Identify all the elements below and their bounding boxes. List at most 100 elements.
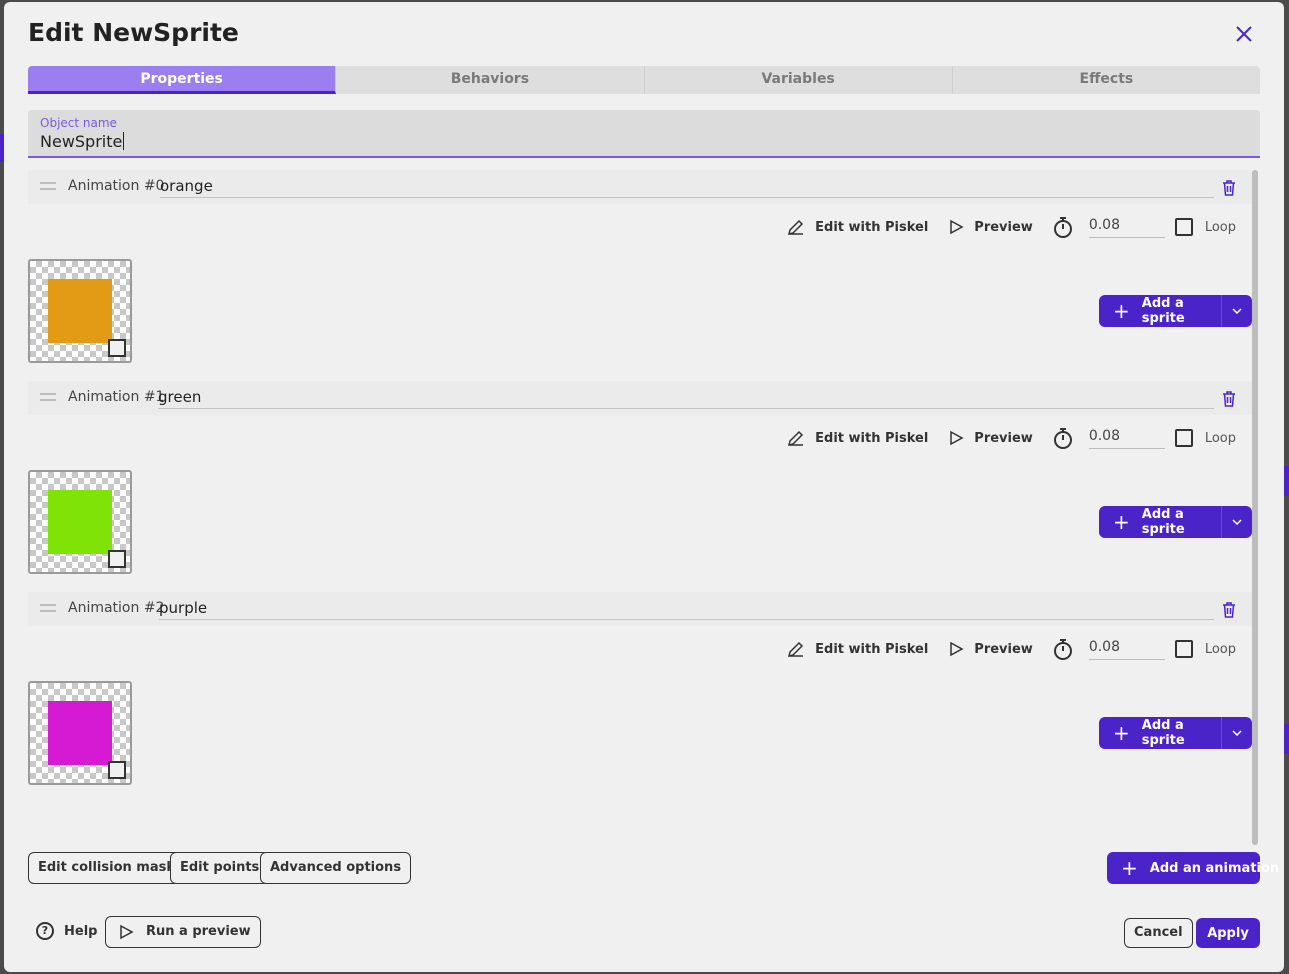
run-preview-button[interactable]: Run a preview bbox=[105, 916, 261, 948]
preview-button[interactable]: Preview bbox=[948, 430, 1033, 446]
loop-checkbox[interactable] bbox=[1174, 218, 1193, 236]
object-name-input[interactable]: NewSprite bbox=[40, 132, 125, 151]
add-sprite-label: Add a sprite bbox=[1141, 507, 1185, 537]
animation-label: Animation #0 bbox=[68, 178, 165, 194]
animation-header: Animation #0 orange bbox=[28, 170, 1252, 204]
plus-icon: + bbox=[1113, 721, 1130, 745]
cancel-button[interactable]: Cancel bbox=[1124, 918, 1193, 948]
animation-list: Animation #0 orange Edit with Piskel Pre… bbox=[28, 170, 1260, 845]
add-animation-button[interactable]: + Add an animation bbox=[1107, 852, 1279, 884]
edit-collision-masks-button[interactable]: Edit collision masks bbox=[28, 852, 193, 884]
tab-behaviors[interactable]: Behaviors bbox=[336, 66, 645, 94]
object-name-label: Object name bbox=[40, 116, 117, 130]
add-sprite-button[interactable]: + Add a sprite bbox=[1099, 506, 1221, 538]
frame-duration-input[interactable]: 0.08 bbox=[1088, 427, 1165, 449]
frame-duration-input[interactable]: 0.08 bbox=[1088, 638, 1165, 660]
sprite-select-checkbox[interactable] bbox=[108, 761, 126, 779]
animation-toolbar: Edit with Piskel Preview 0.08 Loop bbox=[767, 425, 1236, 451]
trash-icon[interactable] bbox=[1220, 179, 1238, 197]
drag-handle-icon[interactable] bbox=[40, 182, 56, 190]
play-icon bbox=[950, 430, 964, 446]
animation-header: Animation #1 green bbox=[28, 381, 1252, 415]
tab-effects[interactable]: Effects bbox=[953, 66, 1260, 94]
sprite-image bbox=[48, 701, 112, 765]
animation-toolbar: Edit with Piskel Preview 0.08 Loop bbox=[767, 214, 1236, 240]
add-sprite-label: Add a sprite bbox=[1141, 296, 1185, 326]
edit-with-piskel-label: Edit with Piskel bbox=[815, 641, 929, 657]
timer-icon bbox=[1053, 217, 1072, 238]
loop-checkbox[interactable] bbox=[1174, 429, 1193, 447]
help-label: Help bbox=[64, 923, 98, 939]
chevron-down-icon bbox=[1232, 519, 1242, 525]
pencil-icon bbox=[788, 219, 804, 236]
tab-bar: Properties Behaviors Variables Effects bbox=[28, 66, 1260, 94]
add-animation-label: Add an animation bbox=[1149, 860, 1280, 876]
animation-label: Animation #2 bbox=[68, 600, 165, 616]
edit-with-piskel-button[interactable]: Edit with Piskel bbox=[787, 640, 928, 658]
preview-button[interactable]: Preview bbox=[948, 641, 1033, 657]
play-icon bbox=[950, 641, 964, 657]
edit-with-piskel-label: Edit with Piskel bbox=[815, 219, 929, 235]
loop-checkbox[interactable] bbox=[1174, 640, 1193, 658]
loop-label: Loop bbox=[1204, 219, 1236, 235]
apply-label: Apply bbox=[1207, 925, 1249, 941]
frame-duration-input[interactable]: 0.08 bbox=[1088, 216, 1165, 238]
text-caret bbox=[123, 132, 125, 150]
play-icon bbox=[950, 219, 964, 235]
add-sprite-button[interactable]: + Add a sprite bbox=[1099, 295, 1221, 327]
chevron-down-icon bbox=[1232, 730, 1242, 736]
add-sprite-dropdown[interactable] bbox=[1221, 506, 1252, 538]
add-sprite-button[interactable]: + Add a sprite bbox=[1099, 717, 1221, 749]
animation-toolbar: Edit with Piskel Preview 0.08 Loop bbox=[767, 636, 1236, 662]
trash-icon[interactable] bbox=[1220, 601, 1238, 619]
animation-name-input[interactable]: orange bbox=[160, 174, 1214, 198]
edit-with-piskel-button[interactable]: Edit with Piskel bbox=[787, 429, 928, 447]
preview-button[interactable]: Preview bbox=[948, 219, 1033, 235]
help-button[interactable]: ? Help bbox=[36, 922, 97, 940]
scrollbar-thumb[interactable] bbox=[1252, 170, 1258, 845]
run-preview-label: Run a preview bbox=[146, 924, 251, 939]
play-icon bbox=[120, 924, 134, 940]
tab-variables[interactable]: Variables bbox=[645, 66, 953, 94]
sprite-image bbox=[48, 490, 112, 554]
preview-label: Preview bbox=[974, 219, 1033, 235]
dialog-title: Edit NewSprite bbox=[28, 18, 239, 47]
sprite-select-checkbox[interactable] bbox=[108, 339, 126, 357]
animation-header: Animation #2 purple bbox=[28, 592, 1252, 626]
drag-handle-icon[interactable] bbox=[40, 604, 56, 612]
sprite-thumbnail[interactable] bbox=[28, 681, 132, 785]
animation-item: Animation #1 green Edit with Piskel Prev… bbox=[28, 381, 1252, 592]
timer-icon bbox=[1053, 428, 1072, 449]
scrollbar[interactable] bbox=[1252, 170, 1258, 845]
sprite-thumbnail[interactable] bbox=[28, 470, 132, 574]
object-name-field[interactable]: Object name NewSprite bbox=[28, 110, 1260, 158]
close-icon[interactable] bbox=[1232, 22, 1256, 46]
help-icon: ? bbox=[36, 922, 54, 940]
apply-button[interactable]: Apply bbox=[1196, 918, 1260, 948]
trash-icon[interactable] bbox=[1220, 390, 1238, 408]
pencil-icon bbox=[788, 641, 804, 658]
animation-name-input[interactable]: green bbox=[158, 385, 1214, 409]
tab-properties[interactable]: Properties bbox=[28, 66, 337, 94]
add-sprite-split-button: + Add a sprite bbox=[1099, 295, 1252, 327]
plus-icon: + bbox=[1113, 299, 1130, 323]
preview-label: Preview bbox=[974, 430, 1033, 446]
add-sprite-dropdown[interactable] bbox=[1221, 295, 1252, 327]
edit-points-button[interactable]: Edit points bbox=[170, 852, 270, 884]
sprite-select-checkbox[interactable] bbox=[108, 550, 126, 568]
sprite-thumbnail[interactable] bbox=[28, 259, 132, 363]
add-sprite-dropdown[interactable] bbox=[1221, 717, 1252, 749]
edit-with-piskel-label: Edit with Piskel bbox=[815, 430, 929, 446]
preview-label: Preview bbox=[974, 641, 1033, 657]
loop-label: Loop bbox=[1204, 641, 1236, 657]
animation-name-input[interactable]: purple bbox=[159, 596, 1214, 620]
advanced-options-button[interactable]: Advanced options bbox=[260, 852, 412, 884]
sprite-image bbox=[48, 279, 112, 343]
edit-with-piskel-button[interactable]: Edit with Piskel bbox=[787, 218, 928, 236]
object-name-value: NewSprite bbox=[40, 132, 123, 151]
loop-label: Loop bbox=[1204, 430, 1236, 446]
animation-label: Animation #1 bbox=[68, 389, 165, 405]
add-sprite-split-button: + Add a sprite bbox=[1099, 717, 1252, 749]
drag-handle-icon[interactable] bbox=[40, 393, 56, 401]
add-sprite-label: Add a sprite bbox=[1141, 718, 1185, 748]
